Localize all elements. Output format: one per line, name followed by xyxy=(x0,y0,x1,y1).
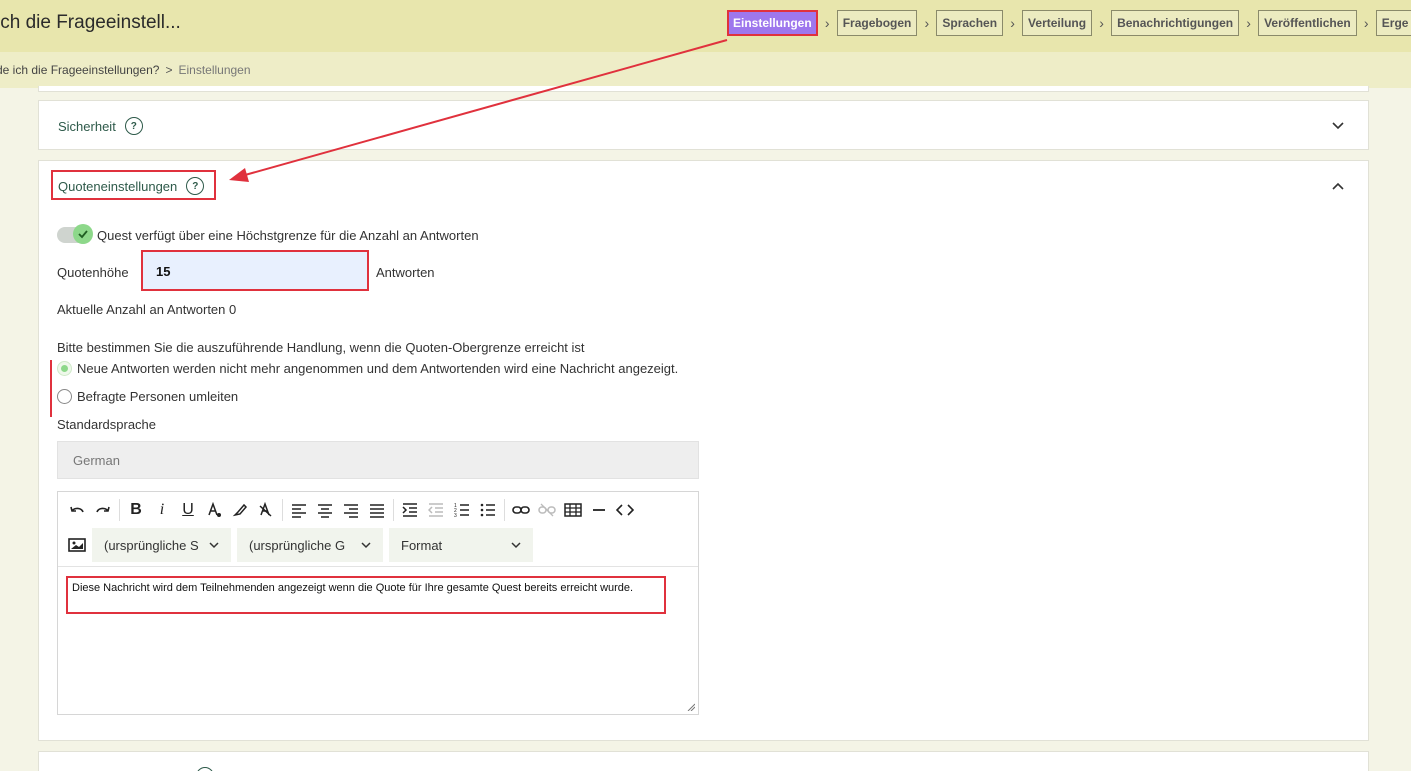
toggle-label: Quest verfügt über eine Höchstgrenze für… xyxy=(97,228,479,243)
language-label: Standardsprache xyxy=(57,417,157,432)
breadcrumb: de ich die Frageeinstellungen? > Einstellu… xyxy=(0,63,251,77)
chevron-down-icon xyxy=(511,542,521,549)
toolbar-divider xyxy=(282,499,283,521)
step-verteilung[interactable]: Verteilung xyxy=(1022,10,1093,36)
align-center-icon[interactable] xyxy=(312,497,338,523)
chevron-up-icon[interactable] xyxy=(1330,178,1346,194)
annotation-highlight xyxy=(141,250,369,291)
chevron-right-icon: › xyxy=(1099,15,1104,31)
align-justify-icon[interactable] xyxy=(364,497,390,523)
text-color-icon[interactable] xyxy=(201,497,227,523)
svg-text:3: 3 xyxy=(454,513,457,518)
option-reject-new-label[interactable]: Neue Antworten werden nicht mehr angenom… xyxy=(77,361,678,376)
rich-text-editor: B i U 123 (ursprüngliche S (ursprünglich… xyxy=(57,491,699,715)
toolbar-divider xyxy=(504,499,505,521)
chevron-right-icon: › xyxy=(924,15,930,31)
clear-format-icon[interactable] xyxy=(253,497,279,523)
chevron-right-icon: › xyxy=(824,15,830,31)
help-icon xyxy=(196,767,214,771)
font-family-select[interactable]: (ursprüngliche S xyxy=(92,528,231,562)
breadcrumb-parent[interactable]: de ich die Frageeinstellungen? xyxy=(0,63,159,77)
action-prompt: Bitte bestimmen Sie die auszuführende Ha… xyxy=(57,340,585,355)
format-value: Format xyxy=(401,537,443,553)
horizontal-rule-icon[interactable] xyxy=(586,497,612,523)
editor-toolbar: B i U 123 xyxy=(64,497,638,523)
quota-label: Quotenhöhe xyxy=(57,265,129,280)
annotation-highlight xyxy=(51,170,216,200)
sicherheit-label: Sicherheit xyxy=(58,118,116,134)
chevron-right-icon: › xyxy=(1010,15,1015,31)
toolbar-divider xyxy=(119,499,120,521)
undo-icon[interactable] xyxy=(64,497,90,523)
chevron-right-icon: › xyxy=(1246,15,1251,31)
panel-sicherheit[interactable]: Sicherheit ? xyxy=(38,100,1369,150)
unlink-icon[interactable] xyxy=(534,497,560,523)
format-select[interactable]: Format xyxy=(389,528,533,562)
top-bar: ich die Frageeinstell... Einstellungen ›… xyxy=(0,0,1411,52)
code-icon[interactable] xyxy=(612,497,638,523)
panel-quoteneinstellungen: Quoteneinstellungen ? Quest verfügt über… xyxy=(38,160,1369,741)
wizard-steps: Einstellungen › Fragebogen › Sprachen › … xyxy=(727,10,1411,36)
indent-icon[interactable] xyxy=(397,497,423,523)
link-icon[interactable] xyxy=(508,497,534,523)
current-count: Aktuelle Anzahl an Antworten 0 xyxy=(57,302,237,317)
font-size-select[interactable]: (ursprüngliche G xyxy=(237,528,383,562)
step-sprachen[interactable]: Sprachen xyxy=(936,10,1004,36)
annotation-line xyxy=(50,360,52,417)
chevron-down-icon[interactable] xyxy=(1330,118,1346,134)
outdent-icon[interactable] xyxy=(423,497,449,523)
bold-icon[interactable]: B xyxy=(123,497,149,523)
chevron-right-icon: › xyxy=(1363,15,1369,31)
chevron-down-icon xyxy=(209,542,219,549)
step-ergebnisse[interactable]: Erge xyxy=(1375,10,1411,36)
highlight-icon[interactable] xyxy=(227,497,253,523)
radio-reject-new[interactable] xyxy=(57,361,72,376)
ordered-list-icon[interactable]: 123 xyxy=(449,497,475,523)
check-icon xyxy=(73,224,93,244)
chevron-down-icon xyxy=(361,542,371,549)
italic-icon[interactable]: i xyxy=(149,497,175,523)
step-benachrichtigungen[interactable]: Benachrichtigungen xyxy=(1111,10,1240,36)
font-family-value: (ursprüngliche S xyxy=(104,537,199,553)
quota-message-text[interactable]: Diese Nachricht wird dem Teilnehmenden a… xyxy=(66,576,666,614)
language-field: German xyxy=(57,441,699,479)
breadcrumb-separator: > xyxy=(165,63,173,77)
quota-limit-toggle[interactable] xyxy=(57,224,93,244)
step-fragebogen[interactable]: Fragebogen xyxy=(836,10,918,36)
step-einstellungen[interactable]: Einstellungen xyxy=(727,10,818,36)
panel-title-sicherheit: Sicherheit ? xyxy=(58,117,143,135)
editor-content-area[interactable]: Diese Nachricht wird dem Teilnehmenden a… xyxy=(58,566,698,714)
previous-panel-edge xyxy=(38,86,1369,92)
editor-toolbar-row2: (ursprüngliche S (ursprüngliche G Format xyxy=(64,528,539,562)
radio-redirect[interactable] xyxy=(57,389,72,404)
page-title: ich die Frageeinstell... xyxy=(0,12,181,33)
table-icon[interactable] xyxy=(560,497,586,523)
step-veroeffentlichen[interactable]: Veröffentlichen xyxy=(1258,10,1357,36)
underline-icon[interactable]: U xyxy=(175,497,201,523)
toolbar-divider xyxy=(393,499,394,521)
image-icon[interactable] xyxy=(64,532,90,558)
help-icon[interactable]: ? xyxy=(124,117,143,135)
bullet-list-icon[interactable] xyxy=(475,497,501,523)
font-size-value: (ursprüngliche G xyxy=(249,537,346,553)
breadcrumb-current: Einstellungen xyxy=(178,63,251,77)
redo-icon[interactable] xyxy=(90,497,116,523)
align-right-icon[interactable] xyxy=(338,497,364,523)
resize-handle-icon[interactable] xyxy=(687,703,695,711)
panel-next-section[interactable] xyxy=(38,751,1369,771)
quota-unit: Antworten xyxy=(376,265,435,280)
breadcrumb-bar: de ich die Frageeinstellungen? > Einstellu… xyxy=(0,52,1411,88)
align-left-icon[interactable] xyxy=(286,497,312,523)
option-redirect-label[interactable]: Befragte Personen umleiten xyxy=(77,389,238,404)
